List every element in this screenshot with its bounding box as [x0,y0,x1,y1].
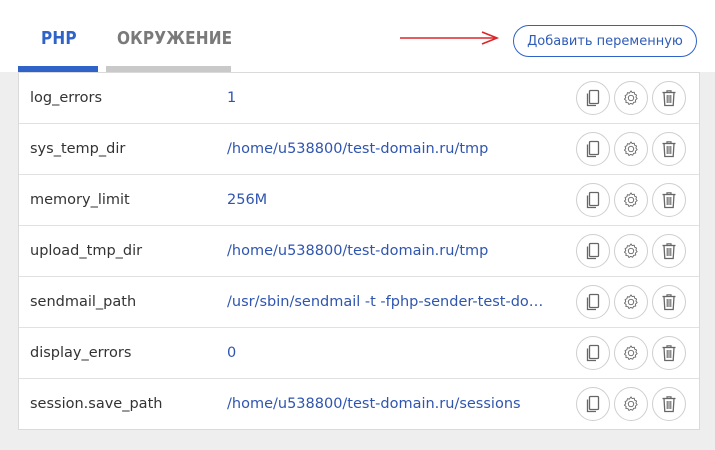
tab-php[interactable]: PHP [41,28,77,49]
copy-button[interactable] [576,336,610,370]
settings-button[interactable] [614,336,648,370]
copy-icon [586,242,600,260]
variable-value: /home/u538800/test-domain.ru/tmp [227,141,489,157]
settings-button[interactable] [614,387,648,421]
delete-button[interactable] [652,234,686,268]
copy-icon [586,140,600,158]
delete-button[interactable] [652,285,686,319]
gear-icon [624,396,638,411]
variable-name: log_errors [30,90,103,106]
gear-icon [624,192,638,207]
delete-button[interactable] [652,132,686,166]
variable-name: memory_limit [30,192,130,208]
copy-icon [586,293,600,311]
table-row: display_errors 0 [19,328,699,379]
php-settings-page: PHP ОКРУЖЕНИЕ Добавить переменную log_er… [0,0,715,450]
trash-icon [662,294,676,311]
copy-icon [586,395,600,413]
trash-icon [662,192,676,209]
settings-button[interactable] [614,183,648,217]
variable-value: 1 [227,90,237,106]
table-row: log_errors 1 [19,73,699,124]
gear-icon [624,345,638,360]
row-actions [576,336,686,370]
trash-icon [662,396,676,413]
row-actions [576,387,686,421]
table-row: upload_tmp_dir /home/u538800/test-domain… [19,226,699,277]
row-actions [576,285,686,319]
copy-icon [586,191,600,209]
copy-button[interactable] [576,81,610,115]
copy-icon [586,89,600,107]
gear-icon [624,141,638,156]
copy-button[interactable] [576,183,610,217]
variable-value: 256M [227,192,268,208]
trash-icon [662,90,676,107]
row-actions [576,183,686,217]
variable-name: upload_tmp_dir [30,243,143,259]
delete-button[interactable] [652,336,686,370]
copy-button[interactable] [576,285,610,319]
settings-button[interactable] [614,81,648,115]
table-row: memory_limit 256M [19,175,699,226]
trash-icon [662,141,676,158]
variable-value: /usr/sbin/sendmail -t -fphp-sender-test-… [227,294,557,310]
variable-name: display_errors [30,345,132,361]
tab-environment[interactable]: ОКРУЖЕНИЕ [117,28,232,49]
row-actions [576,234,686,268]
trash-icon [662,345,676,362]
table-row: sendmail_path /usr/sbin/sendmail -t -fph… [19,277,699,328]
variable-name: sys_temp_dir [30,141,126,157]
gear-icon [624,90,638,105]
variable-name: session.save_path [30,396,163,412]
settings-button[interactable] [614,132,648,166]
copy-button[interactable] [576,234,610,268]
delete-button[interactable] [652,183,686,217]
variable-name: sendmail_path [30,294,137,310]
trash-icon [662,243,676,260]
delete-button[interactable] [652,387,686,421]
copy-button[interactable] [576,387,610,421]
add-variable-button[interactable]: Добавить переменную [513,25,697,57]
red-arrow-icon [400,31,500,45]
variable-value: /home/u538800/test-domain.ru/sessions [227,396,521,412]
variable-value: /home/u538800/test-domain.ru/tmp [227,243,489,259]
table-row: session.save_path /home/u538800/test-dom… [19,379,699,429]
delete-button[interactable] [652,81,686,115]
gear-icon [624,243,638,258]
copy-button[interactable] [576,132,610,166]
row-actions [576,81,686,115]
row-actions [576,132,686,166]
tabs-header: PHP ОКРУЖЕНИЕ Добавить переменную [0,0,715,72]
variable-value: 0 [227,345,237,361]
table-row: sys_temp_dir /home/u538800/test-domain.r… [19,124,699,175]
settings-button[interactable] [614,234,648,268]
variables-table: log_errors 1 sys_temp_dir /home/u538800/… [18,72,700,430]
settings-button[interactable] [614,285,648,319]
copy-icon [586,344,600,362]
gear-icon [624,294,638,309]
